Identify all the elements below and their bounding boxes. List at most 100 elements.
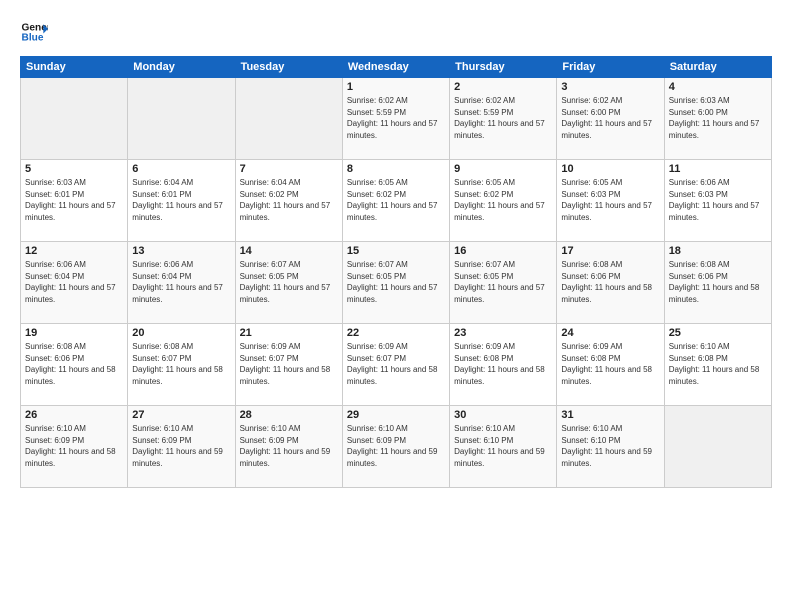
calendar-week-row: 19 Sunrise: 6:08 AMSunset: 6:06 PMDayligh… xyxy=(21,324,772,406)
day-number: 13 xyxy=(132,245,230,257)
day-info: Sunrise: 6:10 AMSunset: 6:09 PMDaylight:… xyxy=(347,423,445,469)
day-number: 25 xyxy=(669,327,767,339)
day-info: Sunrise: 6:04 AMSunset: 6:01 PMDaylight:… xyxy=(132,177,230,223)
day-number: 20 xyxy=(132,327,230,339)
day-info: Sunrise: 6:10 AMSunset: 6:10 PMDaylight:… xyxy=(454,423,552,469)
calendar-day-cell: 4 Sunrise: 6:03 AMSunset: 6:00 PMDaylight… xyxy=(664,78,771,160)
weekday-header: Thursday xyxy=(450,57,557,78)
day-info: Sunrise: 6:05 AMSunset: 6:03 PMDaylight:… xyxy=(561,177,659,223)
calendar-day-cell: 30 Sunrise: 6:10 AMSunset: 6:10 PMDayligh… xyxy=(450,406,557,488)
day-number: 22 xyxy=(347,327,445,339)
calendar-day-cell: 8Sunrise: 6:05 AMSunset: 6:02 PMDaylight… xyxy=(342,160,449,242)
day-info: Sunrise: 6:10 AMSunset: 6:08 PMDaylight:… xyxy=(669,341,767,387)
calendar-day-cell: 14 Sunrise: 6:07 AMSunset: 6:05 PMDayligh… xyxy=(235,242,342,324)
day-number: 8 xyxy=(347,163,445,175)
day-number: 29 xyxy=(347,409,445,421)
day-info: Sunrise: 6:08 AMSunset: 6:06 PMDaylight:… xyxy=(25,341,123,387)
day-info: Sunrise: 6:10 AMSunset: 6:10 PMDaylight:… xyxy=(561,423,659,469)
day-info: Sunrise: 6:02 AMSunset: 6:00 PMDaylight:… xyxy=(561,95,659,141)
calendar-day-cell: 12 Sunrise: 6:06 AMSunset: 6:04 PMDayligh… xyxy=(21,242,128,324)
calendar-day-cell: 21Sunrise: 6:09 AMSunset: 6:07 PMDayligh… xyxy=(235,324,342,406)
calendar-day-cell: 19 Sunrise: 6:08 AMSunset: 6:06 PMDayligh… xyxy=(21,324,128,406)
calendar-day-cell: 15 Sunrise: 6:07 AMSunset: 6:05 PMDayligh… xyxy=(342,242,449,324)
calendar-day-cell xyxy=(235,78,342,160)
calendar-day-cell: 16 Sunrise: 6:07 AMSunset: 6:05 PMDayligh… xyxy=(450,242,557,324)
day-info: Sunrise: 6:05 AMSunset: 6:02 PMDaylight:… xyxy=(454,177,552,223)
day-info: Sunrise: 6:10 AMSunset: 6:09 PMDaylight:… xyxy=(240,423,338,469)
day-number: 28 xyxy=(240,409,338,421)
calendar-day-cell: 27 Sunrise: 6:10 AMSunset: 6:09 PMDayligh… xyxy=(128,406,235,488)
calendar-day-cell: 2 Sunrise: 6:02 AMSunset: 5:59 PMDaylight… xyxy=(450,78,557,160)
day-info: Sunrise: 6:09 AMSunset: 6:07 PMDaylight:… xyxy=(240,341,338,387)
day-number: 5 xyxy=(25,163,123,175)
calendar-day-cell: 11 Sunrise: 6:06 AMSunset: 6:03 PMDayligh… xyxy=(664,160,771,242)
day-info: Sunrise: 6:09 AMSunset: 6:08 PMDaylight:… xyxy=(454,341,552,387)
day-number: 6 xyxy=(132,163,230,175)
calendar-day-cell: 24 Sunrise: 6:09 AMSunset: 6:08 PMDayligh… xyxy=(557,324,664,406)
day-info: Sunrise: 6:10 AMSunset: 6:09 PMDaylight:… xyxy=(25,423,123,469)
day-number: 31 xyxy=(561,409,659,421)
calendar-week-row: 1Sunrise: 6:02 AMSunset: 5:59 PMDaylight… xyxy=(21,78,772,160)
day-info: Sunrise: 6:07 AMSunset: 6:05 PMDaylight:… xyxy=(347,259,445,305)
calendar-table: SundayMondayTuesdayWednesdayThursdayFrid… xyxy=(20,56,772,488)
calendar-day-cell: 25 Sunrise: 6:10 AMSunset: 6:08 PMDayligh… xyxy=(664,324,771,406)
calendar-day-cell: 7Sunrise: 6:04 AMSunset: 6:02 PMDaylight… xyxy=(235,160,342,242)
day-number: 24 xyxy=(561,327,659,339)
calendar-week-row: 5 Sunrise: 6:03 AMSunset: 6:01 PMDaylight… xyxy=(21,160,772,242)
day-number: 30 xyxy=(454,409,552,421)
calendar-day-cell: 9Sunrise: 6:05 AMSunset: 6:02 PMDaylight… xyxy=(450,160,557,242)
day-info: Sunrise: 6:09 AMSunset: 6:07 PMDaylight:… xyxy=(347,341,445,387)
day-info: Sunrise: 6:03 AMSunset: 6:00 PMDaylight:… xyxy=(669,95,767,141)
day-info: Sunrise: 6:06 AMSunset: 6:03 PMDaylight:… xyxy=(669,177,767,223)
day-number: 15 xyxy=(347,245,445,257)
calendar-day-cell: 22 Sunrise: 6:09 AMSunset: 6:07 PMDayligh… xyxy=(342,324,449,406)
day-info: Sunrise: 6:02 AMSunset: 5:59 PMDaylight:… xyxy=(454,95,552,141)
calendar-day-cell xyxy=(128,78,235,160)
logo-icon: General Blue xyxy=(20,18,48,46)
weekday-header: Friday xyxy=(557,57,664,78)
weekday-header: Saturday xyxy=(664,57,771,78)
day-info: Sunrise: 6:09 AMSunset: 6:08 PMDaylight:… xyxy=(561,341,659,387)
svg-text:Blue: Blue xyxy=(22,33,44,44)
day-number: 18 xyxy=(669,245,767,257)
day-info: Sunrise: 6:02 AMSunset: 5:59 PMDaylight:… xyxy=(347,95,445,141)
calendar-day-cell: 10 Sunrise: 6:05 AMSunset: 6:03 PMDayligh… xyxy=(557,160,664,242)
page-header: General Blue xyxy=(20,18,772,46)
calendar-day-cell: 17Sunrise: 6:08 AMSunset: 6:06 PMDayligh… xyxy=(557,242,664,324)
day-info: Sunrise: 6:08 AMSunset: 6:07 PMDaylight:… xyxy=(132,341,230,387)
calendar-day-cell: 20 Sunrise: 6:08 AMSunset: 6:07 PMDayligh… xyxy=(128,324,235,406)
day-number: 4 xyxy=(669,81,767,93)
day-info: Sunrise: 6:08 AMSunset: 6:06 PMDaylight:… xyxy=(669,259,767,305)
calendar-week-row: 26Sunrise: 6:10 AMSunset: 6:09 PMDayligh… xyxy=(21,406,772,488)
day-info: Sunrise: 6:10 AMSunset: 6:09 PMDaylight:… xyxy=(132,423,230,469)
calendar-day-cell: 18 Sunrise: 6:08 AMSunset: 6:06 PMDayligh… xyxy=(664,242,771,324)
day-number: 12 xyxy=(25,245,123,257)
calendar-day-cell: 28 Sunrise: 6:10 AMSunset: 6:09 PMDayligh… xyxy=(235,406,342,488)
logo: General Blue xyxy=(20,18,48,46)
day-number: 23 xyxy=(454,327,552,339)
day-number: 16 xyxy=(454,245,552,257)
calendar-day-cell xyxy=(21,78,128,160)
calendar-day-cell: 29 Sunrise: 6:10 AMSunset: 6:09 PMDayligh… xyxy=(342,406,449,488)
day-info: Sunrise: 6:03 AMSunset: 6:01 PMDaylight:… xyxy=(25,177,123,223)
calendar-day-cell: 26Sunrise: 6:10 AMSunset: 6:09 PMDayligh… xyxy=(21,406,128,488)
calendar-day-cell xyxy=(664,406,771,488)
day-number: 14 xyxy=(240,245,338,257)
calendar-week-row: 12 Sunrise: 6:06 AMSunset: 6:04 PMDayligh… xyxy=(21,242,772,324)
day-info: Sunrise: 6:06 AMSunset: 6:04 PMDaylight:… xyxy=(25,259,123,305)
day-number: 11 xyxy=(669,163,767,175)
day-info: Sunrise: 6:04 AMSunset: 6:02 PMDaylight:… xyxy=(240,177,338,223)
calendar-day-cell: 1Sunrise: 6:02 AMSunset: 5:59 PMDaylight… xyxy=(342,78,449,160)
calendar-day-cell: 31 Sunrise: 6:10 AMSunset: 6:10 PMDayligh… xyxy=(557,406,664,488)
day-number: 19 xyxy=(25,327,123,339)
calendar-day-cell: 23 Sunrise: 6:09 AMSunset: 6:08 PMDayligh… xyxy=(450,324,557,406)
day-number: 27 xyxy=(132,409,230,421)
day-info: Sunrise: 6:08 AMSunset: 6:06 PMDaylight:… xyxy=(561,259,659,305)
day-info: Sunrise: 6:07 AMSunset: 6:05 PMDaylight:… xyxy=(454,259,552,305)
day-info: Sunrise: 6:06 AMSunset: 6:04 PMDaylight:… xyxy=(132,259,230,305)
day-number: 2 xyxy=(454,81,552,93)
day-number: 10 xyxy=(561,163,659,175)
weekday-header: Wednesday xyxy=(342,57,449,78)
day-info: Sunrise: 6:07 AMSunset: 6:05 PMDaylight:… xyxy=(240,259,338,305)
weekday-header: Monday xyxy=(128,57,235,78)
